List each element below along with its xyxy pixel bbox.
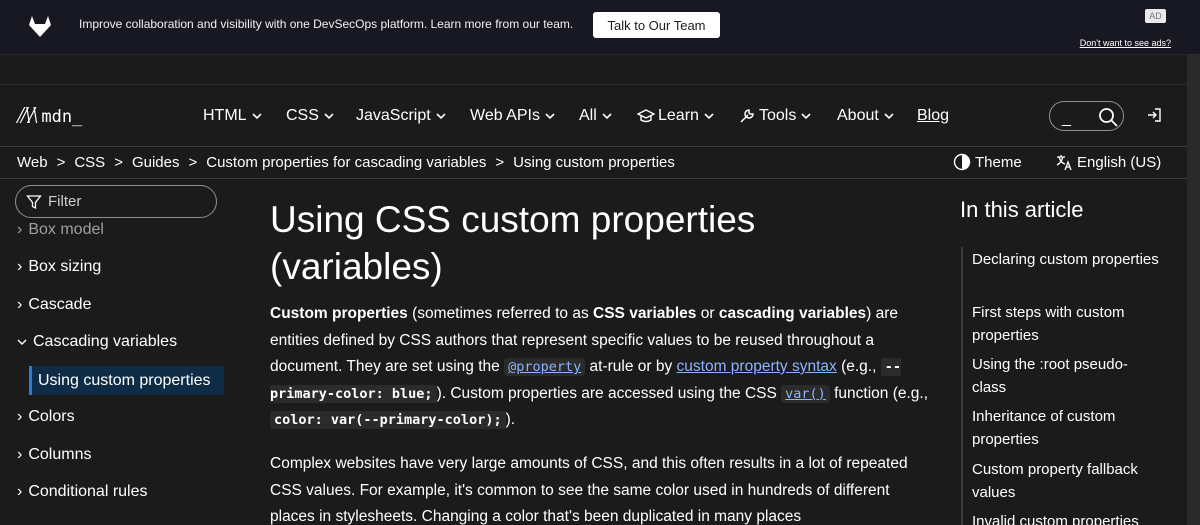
chevron-down-icon: [436, 113, 446, 120]
translate-icon: [1056, 155, 1072, 171]
toc-item-root-pseudo-class[interactable]: Using the :root pseudo-class: [972, 353, 1162, 399]
sidebar-item-columns[interactable]: › Columns: [17, 446, 91, 464]
theme-switcher[interactable]: Theme: [953, 153, 1022, 171]
code-var-usage: color: var(--primary-color);: [270, 411, 506, 429]
nav-web-apis[interactable]: Web APIs: [470, 107, 557, 125]
scrollbar[interactable]: [1187, 55, 1200, 525]
chevron-down-icon: [602, 113, 612, 120]
toc-item-fallback-values[interactable]: Custom property fallback values: [972, 458, 1162, 504]
chevron-right-icon: ›: [17, 483, 23, 500]
sidebar-filter-input[interactable]: Filter: [15, 185, 217, 218]
chevron-down-icon: [324, 113, 334, 120]
banner-text: Improve collaboration and visibility wit…: [79, 17, 574, 31]
chevron-down-icon: [545, 113, 555, 120]
mdn-logo[interactable]: //\/\ mdn_: [17, 103, 82, 130]
language-switcher[interactable]: English (US): [1055, 153, 1161, 171]
gitlab-logo-icon[interactable]: [26, 12, 54, 40]
sidebar-item-colors[interactable]: › Colors: [17, 408, 75, 426]
page-title: Using CSS custom properties (variables): [270, 199, 756, 287]
mdn-logo-text: mdn_: [41, 106, 83, 127]
search-placeholder: _: [1062, 110, 1071, 127]
sidebar-item-cascading-variables[interactable]: Cascading variables: [17, 333, 177, 351]
toc-item-first-steps[interactable]: First steps with custom properties: [972, 301, 1162, 347]
theme-icon: [953, 153, 971, 171]
chevron-down-icon: [704, 113, 714, 120]
nav-css[interactable]: CSS: [286, 107, 336, 125]
talk-to-team-button[interactable]: Talk to Our Team: [593, 12, 720, 38]
breadcrumb-web[interactable]: Web: [17, 154, 48, 171]
search-icon[interactable]: [1098, 107, 1118, 127]
property-at-rule-link[interactable]: @property: [504, 358, 586, 376]
sidebar-item-cascade[interactable]: › Cascade: [17, 296, 91, 314]
sidebar-item-box-sizing[interactable]: › Box sizing: [17, 258, 101, 276]
chevron-right-icon: ›: [17, 221, 23, 238]
filter-icon: [26, 194, 42, 209]
var-function-link[interactable]: var(): [781, 384, 830, 403]
nav-about[interactable]: About: [837, 107, 896, 125]
chevron-right-icon: >: [114, 154, 123, 171]
chevron-right-icon: ›: [17, 408, 23, 425]
mdn-logo-mark: //\/\: [17, 103, 38, 129]
chevron-right-icon: >: [56, 154, 66, 171]
intro-paragraph: Custom properties (sometimes referred to…: [270, 305, 929, 429]
promo-banner: Improve collaboration and visibility wit…: [0, 0, 1200, 55]
sidebar-item-conditional-rules[interactable]: › Conditional rules: [17, 483, 148, 501]
search-input[interactable]: _: [1049, 101, 1124, 131]
breadcrumb: Web > CSS > Guides > Custom properties f…: [17, 154, 675, 171]
nav-html[interactable]: HTML: [203, 107, 264, 125]
sidebar-item-box-model[interactable]: › Box model: [17, 221, 104, 239]
toc-item-inheritance[interactable]: Inheritance of custom properties: [972, 405, 1162, 451]
breadcrumb-custom-properties[interactable]: Custom properties for cascading variable…: [206, 154, 486, 171]
nav-tools[interactable]: Tools: [738, 107, 813, 125]
chevron-right-icon: ›: [17, 296, 23, 313]
nav-all[interactable]: All: [579, 107, 614, 125]
hide-ads-link[interactable]: Don't want to see ads?: [1080, 38, 1171, 48]
toc-title: In this article: [960, 197, 1084, 222]
second-paragraph: Complex websites have very large amounts…: [270, 455, 908, 525]
nav-javascript[interactable]: JavaScript: [356, 107, 448, 125]
sidebar-item-using-custom-properties[interactable]: Using custom properties: [29, 366, 224, 395]
toc-list: Declaring custom properties First steps …: [961, 247, 1161, 525]
chevron-down-icon: [884, 113, 894, 120]
nav-learn[interactable]: Learn: [637, 107, 716, 125]
chevron-down-icon: [801, 113, 811, 120]
toc-item-declaring[interactable]: Declaring custom properties: [972, 248, 1162, 271]
custom-property-syntax-link[interactable]: custom property syntax: [677, 358, 837, 375]
login-icon[interactable]: [1146, 107, 1162, 123]
chevron-right-icon: >: [495, 154, 505, 171]
top-strip: [0, 55, 1187, 85]
breadcrumb-guides[interactable]: Guides: [132, 154, 180, 171]
chevron-right-icon: ›: [17, 258, 23, 275]
ad-badge: AD: [1145, 9, 1166, 23]
breadcrumb-css[interactable]: CSS: [74, 154, 105, 171]
wrench-icon: [740, 109, 754, 123]
graduation-cap-icon: [637, 109, 655, 123]
nav-blog[interactable]: Blog: [917, 107, 949, 125]
chevron-right-icon: ›: [17, 446, 23, 463]
toc-item-invalid[interactable]: Invalid custom properties: [972, 510, 1162, 525]
chevron-down-icon: [251, 113, 262, 120]
breadcrumb-current[interactable]: Using custom properties: [513, 154, 675, 171]
chevron-right-icon: >: [188, 154, 198, 171]
chevron-down-icon: [17, 339, 27, 345]
